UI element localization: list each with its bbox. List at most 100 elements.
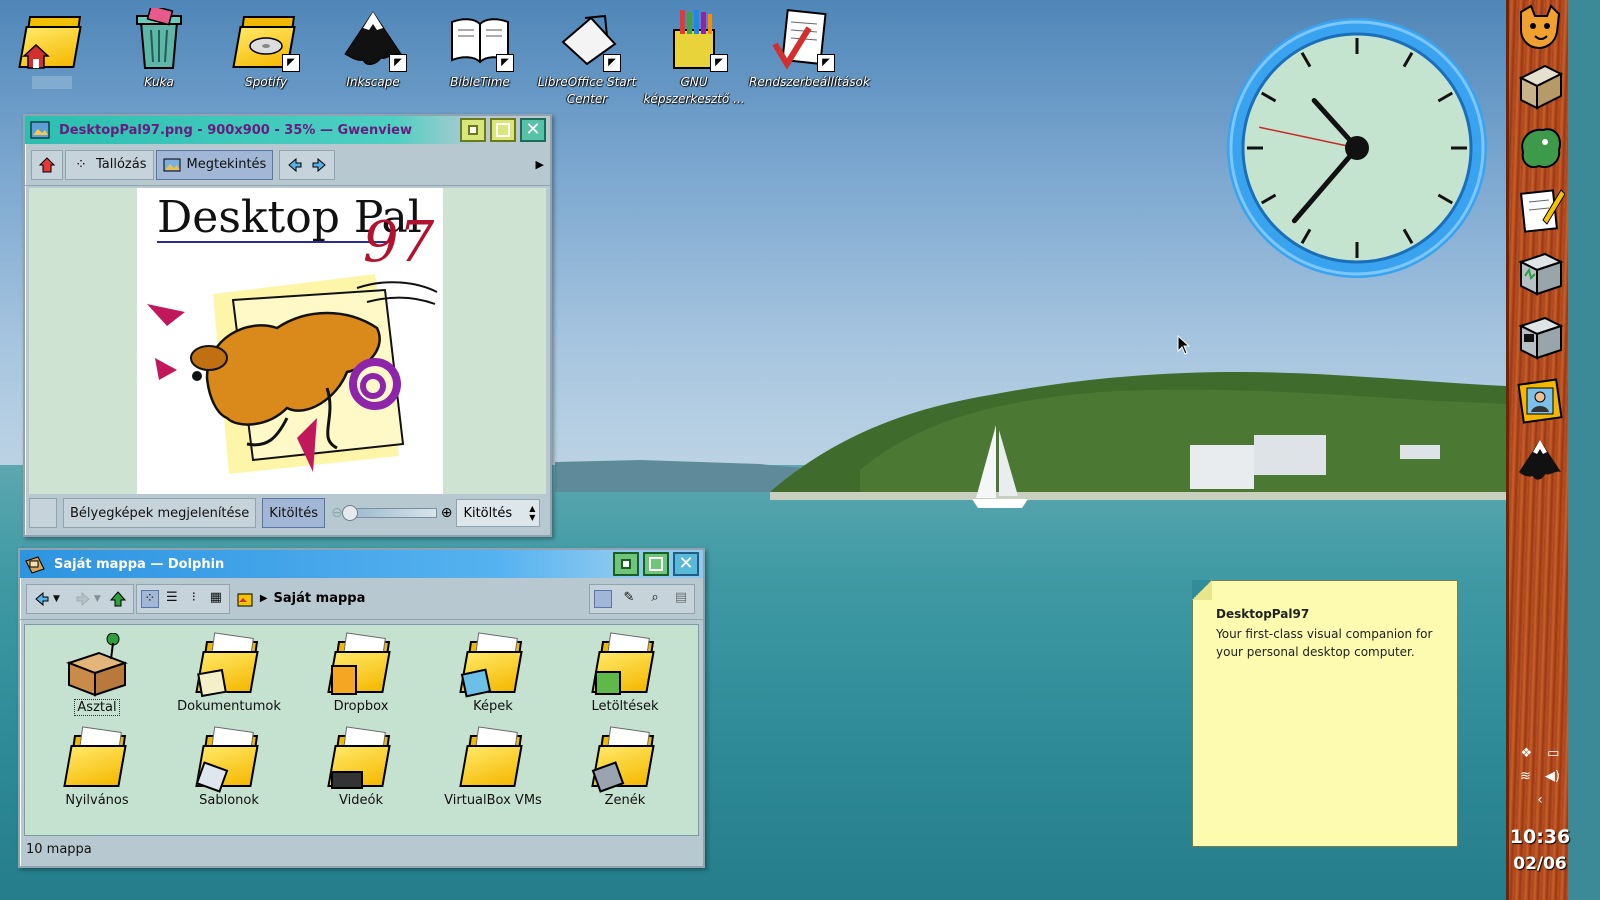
image-view[interactable]: Desktop Pal 97 (29, 188, 546, 494)
folder-downloads-icon (591, 632, 657, 697)
spotify-icon: ◤ (232, 8, 300, 72)
analog-clock-widget[interactable] (1225, 16, 1489, 280)
libreoffice-icon: ◤ (555, 8, 621, 72)
sticky-note-widget[interactable]: DesktopPal97 Your first-class visual com… (1192, 580, 1458, 847)
image-preview-icon[interactable] (594, 589, 612, 608)
maximize-button[interactable] (490, 118, 516, 142)
battery-icon[interactable]: ▭ (1547, 746, 1559, 761)
desktoppal97-image: Desktop Pal 97 (137, 188, 443, 494)
blurred-label (32, 76, 72, 89)
tree-view-icon[interactable]: ⁝ (185, 590, 203, 608)
dolphin-app-icon (25, 556, 45, 574)
folder-item-documents[interactable]: Dokumentumok (163, 632, 295, 714)
notepad-icon[interactable] (1515, 184, 1566, 234)
dolphin-window[interactable]: Saját mappa — Dolphin ✕ ▼ ▼ ⁘ ☰ ⁝ ▦ ▶ Sa… (18, 548, 705, 868)
folder-item-dropbox[interactable]: Dropbox (295, 632, 427, 714)
nav-buttons (279, 149, 336, 180)
gwenview-statusbar: Bélyegképek megjelenítése Kitöltés ⊖ ⊕ K… (29, 496, 546, 530)
folder-pictures-icon (459, 632, 525, 698)
zoom-in-icon[interactable]: ⊕ (441, 505, 453, 521)
gwenview-toolbar: ⁘ Tallózás Megtekintés ▶ (25, 144, 550, 186)
zoom-slider[interactable] (341, 505, 437, 521)
toolbar-overflow-arrow[interactable]: ▶ (536, 158, 544, 171)
folder-item-virtualbox[interactable]: VirtualBox VMs (427, 726, 559, 808)
wifi-icon[interactable]: ≋ (1520, 769, 1531, 784)
folder-item-downloads[interactable]: Letöltések (559, 632, 691, 714)
minimize-button[interactable] (613, 552, 639, 576)
file-view[interactable]: Asztal Dokumentumok Dropbox Képek Letölt… (24, 624, 699, 836)
preview-icon[interactable]: ▦ (207, 590, 225, 608)
browse-tab[interactable]: ⁘ Tallózás (65, 149, 154, 180)
inkscape-icon[interactable] (1515, 436, 1565, 486)
home-folder-icon (18, 8, 84, 72)
dragon-icon[interactable] (1515, 122, 1565, 172)
panel-buttons: ✎ ⌕ ▤ (589, 583, 695, 614)
sidebar-toggle-button[interactable] (29, 498, 57, 528)
gimp-icon: ◤ (662, 8, 728, 72)
show-thumbnails-button[interactable]: Bélyegképek megjelenítése (63, 498, 257, 528)
grid-icon: ⁘ (75, 156, 87, 173)
breadcrumb-arrow: ▶ (259, 593, 268, 604)
view-tab[interactable]: Megtekintés (155, 149, 274, 180)
system-monitor-icon[interactable] (1515, 248, 1565, 298)
trash-icon (127, 4, 191, 72)
dolphin-titlebar[interactable]: Saját mappa — Dolphin ✕ (20, 550, 703, 578)
zoom-out-icon[interactable]: ⊖ (331, 505, 343, 521)
gwenview-app-icon (30, 121, 50, 139)
fill-button[interactable]: Kitöltés (262, 498, 325, 528)
desktop-icon-system-settings[interactable]: ◤ Rendszerbeállítások (749, 8, 870, 91)
user-photo-icon[interactable] (1515, 376, 1565, 426)
folder-videos-icon (327, 726, 393, 791)
file-cabinet-icon[interactable] (1515, 60, 1565, 110)
split-view-icon[interactable]: ▤ (672, 590, 690, 608)
desktop-icon-trash[interactable]: Kuka (107, 4, 211, 91)
panel-clock-date[interactable]: 02/06 (1509, 854, 1571, 874)
details-view-icon[interactable]: ☰ (163, 590, 181, 608)
folder-item-public[interactable]: Nyilvános (31, 726, 163, 808)
system-settings-icon: ◤ (769, 8, 835, 72)
back-to-start-button[interactable] (31, 149, 63, 180)
desktop-icon-gimp[interactable]: ◤ GNU képszerkesztő ... (642, 8, 746, 108)
minimize-button[interactable] (460, 118, 486, 142)
folder-item-desktop[interactable]: Asztal (31, 632, 163, 716)
chevron-down-icon: ▼ (53, 593, 60, 604)
gwenview-window[interactable]: DesktopPal97.png - 900x900 - 35% — Gwenv… (23, 114, 552, 537)
folder-item-music[interactable]: Zenék (559, 726, 691, 808)
breadcrumb[interactable]: Saját mappa (274, 591, 366, 606)
fox-icon[interactable] (1515, 2, 1565, 52)
folder-item-videos[interactable]: Videók (295, 726, 427, 808)
note-title: DesktopPal97 (1216, 607, 1310, 621)
home-folder-icon (237, 593, 253, 606)
close-button[interactable]: ✕ (673, 552, 699, 576)
expand-tray-icon[interactable]: ‹ (1513, 792, 1567, 808)
icons-view-icon[interactable]: ⁘ (140, 589, 159, 608)
dropbox-tray-icon[interactable]: ❖ (1521, 746, 1533, 761)
status-text: 10 mappa (26, 842, 92, 857)
arrow-left-icon (35, 591, 49, 606)
folder-item-templates[interactable]: Sablonok (163, 726, 295, 808)
right-panel: ❖ ▭ ≋ ◀) ‹ 10:36 02/06 (1506, 0, 1571, 900)
brush-icon[interactable]: ✎ (620, 590, 638, 608)
terminal-icon[interactable] (1515, 312, 1565, 362)
maximize-button[interactable] (643, 552, 669, 576)
desktop-icon-spotify[interactable]: ◤ Spotify (214, 8, 318, 91)
volume-icon[interactable]: ◀) (1545, 769, 1560, 784)
arrow-up-icon[interactable] (109, 590, 127, 608)
desktop-icon-inkscape[interactable]: ◤ Inkscape (321, 8, 425, 91)
image-icon (163, 158, 180, 171)
gwenview-titlebar[interactable]: DesktopPal97.png - 900x900 - 35% — Gwenv… (25, 116, 550, 144)
panel-clock-time[interactable]: 10:36 (1509, 826, 1571, 848)
arrow-left-icon[interactable] (286, 156, 304, 174)
desktop-icon-home[interactable] (0, 8, 104, 89)
arrow-right-icon[interactable] (310, 156, 328, 174)
search-icon[interactable]: ⌕ (646, 590, 664, 608)
back-button[interactable]: ▼ ▼ (26, 583, 134, 614)
note-text[interactable]: Your first-class visual companion for yo… (1216, 625, 1448, 661)
desktop-icon-libreoffice[interactable]: ◤ LibreOffice Start Center (535, 8, 639, 108)
spin-arrows-icon: ▲ ▼ (529, 504, 536, 522)
zoom-mode-select[interactable]: Kitöltés ▲ ▼ (456, 499, 541, 527)
folder-item-pictures[interactable]: Képek (427, 632, 559, 714)
close-button[interactable]: ✕ (520, 118, 546, 142)
desktop-icon-bibletime[interactable]: ◤ BibleTime (428, 8, 532, 91)
note-fold (1192, 580, 1212, 600)
